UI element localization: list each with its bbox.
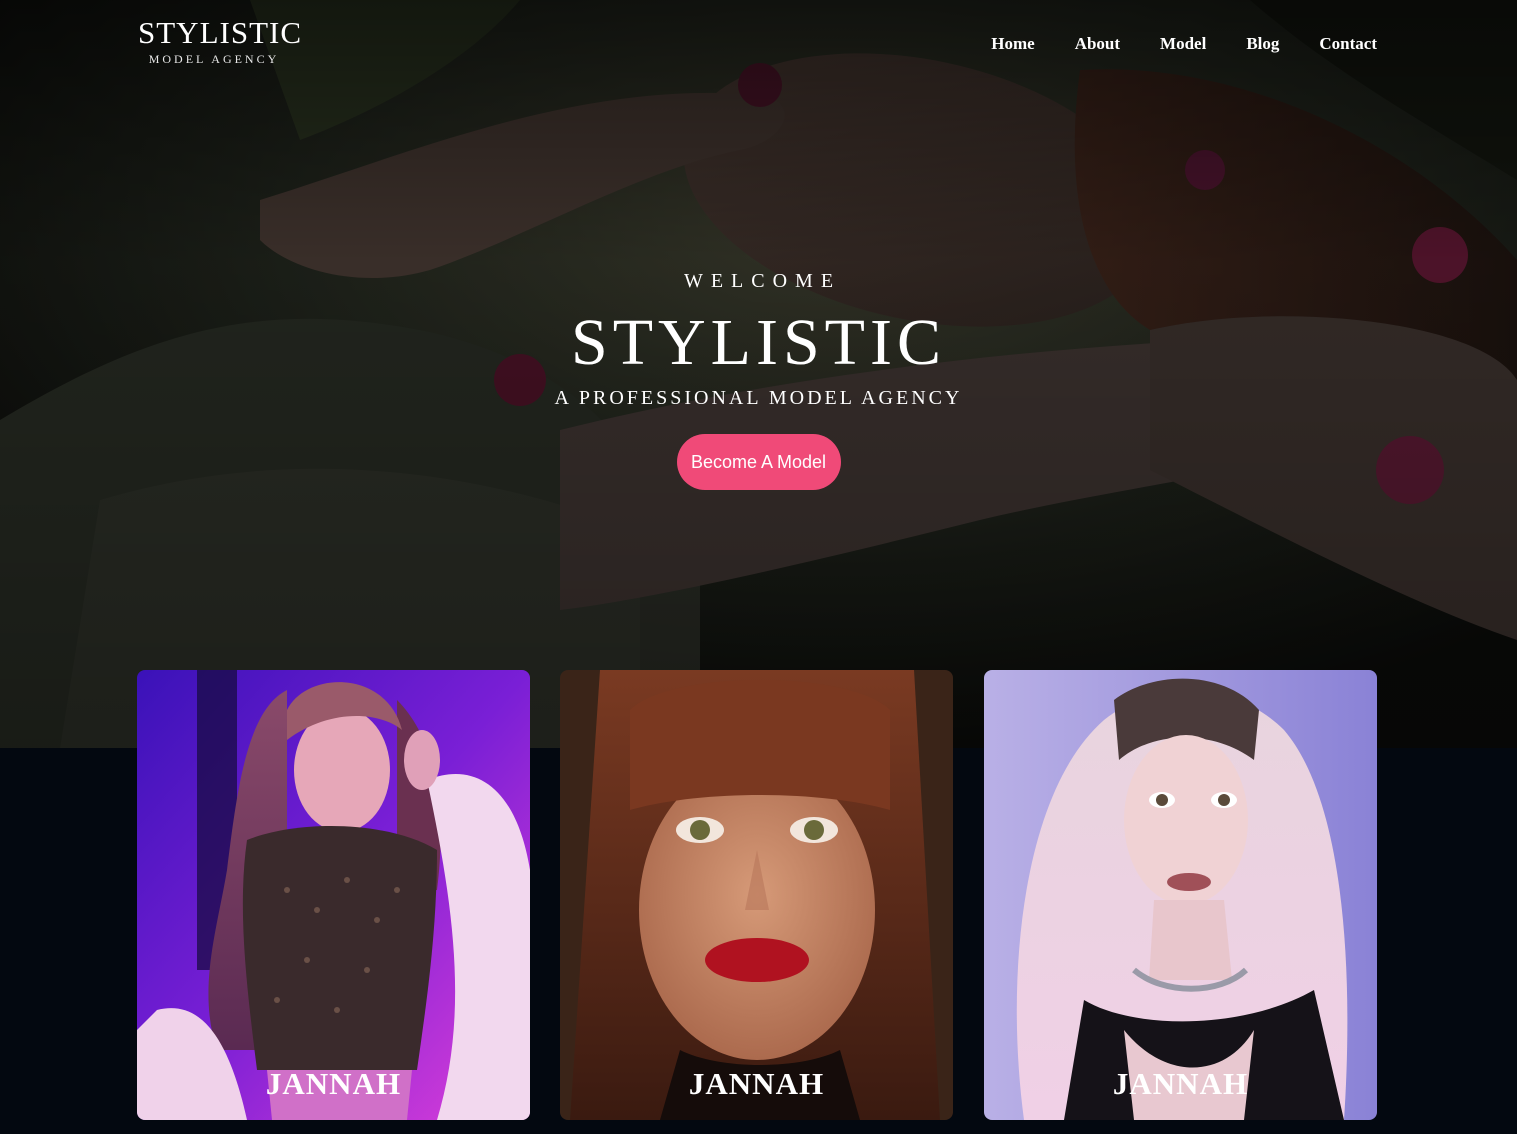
brand-subtitle: MODEL AGENCY — [148, 52, 280, 66]
hero-title: STYLISTIC — [571, 306, 946, 379]
nav-item-model[interactable]: Model — [1160, 34, 1206, 54]
brand-title: STYLISTIC — [138, 15, 302, 50]
site-header: STYLISTIC MODEL AGENCY Home About Model … — [0, 0, 1517, 100]
main-nav: Home About Model Blog Contact — [951, 34, 1377, 54]
model-name: JANNAH — [265, 1066, 402, 1101]
nav-item-blog[interactable]: Blog — [1246, 34, 1279, 54]
hero-content: WELCOME STYLISTIC A PROFESSIONAL MODEL A… — [0, 270, 1517, 490]
page: STYLISTIC MODEL AGENCY Home About Model … — [0, 0, 1517, 1134]
model-name: JANNAH — [688, 1066, 825, 1101]
hero-subtitle: A PROFESSIONAL MODEL AGENCY — [554, 387, 963, 409]
nav-item-home[interactable]: Home — [991, 34, 1034, 54]
brand-logo[interactable]: STYLISTIC MODEL AGENCY — [138, 15, 302, 67]
model-card[interactable]: JANNAH — [560, 670, 953, 1120]
model-photo — [560, 670, 953, 1120]
model-name: JANNAH — [1112, 1066, 1249, 1101]
model-photo — [984, 670, 1377, 1120]
model-card[interactable]: JANNAH — [137, 670, 530, 1120]
model-card[interactable]: JANNAH — [984, 670, 1377, 1120]
become-a-model-button[interactable]: Become A Model — [676, 434, 841, 490]
nav-item-contact[interactable]: Contact — [1319, 34, 1377, 54]
model-photo — [137, 670, 530, 1120]
hero-welcome: WELCOME — [683, 270, 842, 292]
nav-item-about[interactable]: About — [1075, 34, 1120, 54]
